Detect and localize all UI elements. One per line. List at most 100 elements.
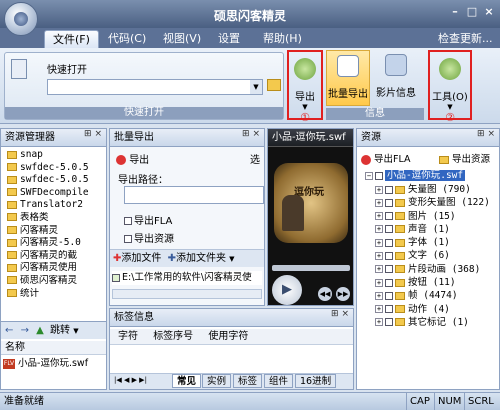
tree-item-morph[interactable]: + 变形矢量图 (122) <box>365 196 499 209</box>
seek-bar[interactable] <box>272 265 350 271</box>
resources-export-fla-button[interactable]: 导出FLA <box>361 151 411 165</box>
tree-item-sounds[interactable]: + 声音 (1) <box>365 223 499 236</box>
export-fla-checkbox[interactable]: 导出FLA <box>124 212 172 227</box>
add-folder-button[interactable]: 添加文件夹 <box>176 253 226 264</box>
tab-common[interactable]: 常见 <box>172 374 202 388</box>
movie-info-icon <box>385 54 407 76</box>
chevron-down-icon[interactable]: ▼ <box>73 327 78 335</box>
first-page-icon[interactable]: |◀ ◀ ▶ ▶| <box>114 376 147 384</box>
up-arrow-icon[interactable]: ▲ <box>36 325 44 336</box>
menu-view[interactable]: 视图(V) <box>155 30 209 48</box>
tree-item-buttons[interactable]: + 按钮 (11) <box>365 276 499 289</box>
folder-item[interactable]: 闪客精灵 <box>7 225 106 238</box>
tree-item-clips[interactable]: + 片段动画 (368) <box>365 263 499 276</box>
minimize-button[interactable]: – <box>448 5 462 19</box>
menu-help[interactable]: 帮助(H) <box>255 30 310 48</box>
horizontal-scrollbar[interactable] <box>112 289 262 299</box>
folder-item[interactable]: swfdec-5.0.5 <box>7 162 106 175</box>
play-button[interactable]: ▶ <box>272 275 302 305</box>
menu-file[interactable]: 文件(F) <box>44 30 99 48</box>
tree-item-frames[interactable]: + 帧 (4474) <box>365 289 499 302</box>
export-icon <box>294 58 316 80</box>
col-character[interactable]: 字符 <box>118 331 138 342</box>
close-button[interactable]: × <box>482 5 496 19</box>
batch-export-icon <box>337 55 359 77</box>
maximize-button[interactable]: □ <box>465 5 479 19</box>
export-path-input[interactable] <box>124 186 264 204</box>
tree-item-fonts[interactable]: + 字体 (1) <box>365 236 499 249</box>
tree-item-actions[interactable]: + 动作 (4) <box>365 303 499 316</box>
add-file-button[interactable]: 添加文件 <box>121 253 161 264</box>
pin-icon[interactable]: ⊞ × <box>331 309 349 319</box>
column-header-name[interactable]: 名称 <box>1 341 106 355</box>
folder-item[interactable]: 统计 <box>7 288 106 301</box>
movie-info-button[interactable]: 影片信息 <box>374 50 418 106</box>
folder-icon <box>7 251 17 260</box>
marker-1: ① <box>300 111 310 124</box>
folder-item[interactable]: 表格类 <box>7 212 106 225</box>
check-update-link[interactable]: 检查更新... <box>430 30 500 48</box>
folder-item[interactable]: 闪客精灵的截 <box>7 250 106 263</box>
folder-item[interactable]: swfdec-5.0.5 <box>7 174 106 187</box>
pin-icon[interactable]: ⊞ × <box>84 129 102 139</box>
checkbox-icon <box>124 217 132 225</box>
quick-open-label: 快速打开 <box>47 65 87 76</box>
menu-code[interactable]: 代码(C) <box>100 30 154 48</box>
ribbon: 快速打开 ▼ 快速打开 导出 ▼ ① 批量导出 影片信息 信息 工具(O) ▼ … <box>0 48 500 124</box>
app-menu-orb-icon[interactable] <box>4 2 38 36</box>
folder-item[interactable]: Translator2 <box>7 199 106 212</box>
tools-button[interactable]: 工具(O) ▼ ② <box>428 50 472 124</box>
forward-arrow-icon[interactable]: → <box>21 325 29 336</box>
folder-item[interactable]: 硕思闪客精灵 <box>7 275 106 288</box>
batch-export-run-button[interactable]: 导出 <box>116 151 149 166</box>
rewind-button[interactable]: ◀◀ <box>318 287 332 301</box>
batch-export-title: 批量导出 <box>110 129 264 147</box>
preview-panel: 小品-逗你玩.swf 逗你玩 ▶ ◀◀ ▶▶ <box>267 128 354 306</box>
batch-export-button[interactable]: 批量导出 <box>326 50 370 106</box>
checkbox-icon[interactable] <box>112 273 120 282</box>
back-arrow-icon[interactable]: ← <box>5 325 13 336</box>
tag-table-header: 字符 标签序号 使用字符 <box>110 329 353 345</box>
export-resources-checkbox[interactable]: 导出资源 <box>124 230 174 245</box>
pin-icon[interactable]: ⊞ × <box>242 129 260 139</box>
resources-export-res-button[interactable]: 导出资源 <box>439 151 490 165</box>
file-list-item[interactable]: FLV 小品-逗你玩.swf <box>3 357 106 371</box>
export-fla-icon <box>361 154 371 165</box>
export-button[interactable]: 导出 ▼ ① <box>287 50 323 124</box>
folder-item[interactable]: 闪客精灵-5.0 <box>7 237 106 250</box>
jump-button[interactable]: 跳转 <box>50 325 70 336</box>
col-tag-index[interactable]: 标签序号 <box>153 331 193 342</box>
collapse-icon[interactable]: − <box>365 171 373 180</box>
chevron-down-icon[interactable]: ▼ <box>250 80 262 94</box>
open-folder-icon[interactable] <box>267 79 281 91</box>
nav-toolbar: ← → ▲ 跳转 ▼ <box>1 321 106 339</box>
fast-forward-button[interactable]: ▶▶ <box>336 287 350 301</box>
tab-instance[interactable]: 实例 <box>202 374 232 388</box>
folder-item[interactable]: SWFDecompile <box>7 187 106 200</box>
folder-icon <box>7 188 17 197</box>
batch-file-entry[interactable]: E:\工作常用的软件\闪客精灵使 <box>112 271 262 285</box>
checkbox-icon[interactable] <box>375 171 383 180</box>
tree-item-vector[interactable]: + 矢量图 (790) <box>365 183 499 196</box>
tree-root[interactable]: − 小品-逗你玩.swf <box>365 169 499 183</box>
file-toolbar: ✚添加文件 ✚添加文件夹 ▼ <box>110 249 264 267</box>
tree-item-images[interactable]: + 图片 (15) <box>365 210 499 223</box>
quick-open-combobox[interactable]: ▼ <box>47 79 263 95</box>
folder-item[interactable]: 闪客精灵使用 <box>7 262 106 275</box>
figure-image <box>282 195 304 231</box>
folder-item[interactable]: snap <box>7 149 106 162</box>
resources-panel: 资源 ⊞ × 导出FLA 导出资源 − 小品-逗你玩.swf + 矢量图 (790)… <box>356 128 500 390</box>
col-used-chars[interactable]: 使用字符 <box>208 331 248 342</box>
menu-settings[interactable]: 设置 <box>210 30 248 48</box>
tag-tabs: |◀ ◀ ▶ ▶| 常见 实例 标签 组件 16进制 <box>110 373 353 389</box>
tree-item-text[interactable]: + 文字 (6) <box>365 249 499 262</box>
options-button[interactable]: 选 <box>250 151 260 166</box>
tab-tag[interactable]: 标签 <box>233 374 263 388</box>
tree-item-other[interactable]: + 其它标记 (1) <box>365 316 499 329</box>
tab-hex[interactable]: 16进制 <box>295 374 337 388</box>
tab-component[interactable]: 组件 <box>264 374 294 388</box>
pin-icon[interactable]: ⊞ × <box>477 129 495 139</box>
folder-icon <box>7 226 17 235</box>
tools-label: 工具(O) <box>432 92 468 103</box>
chevron-down-icon[interactable]: ▼ <box>229 255 234 263</box>
